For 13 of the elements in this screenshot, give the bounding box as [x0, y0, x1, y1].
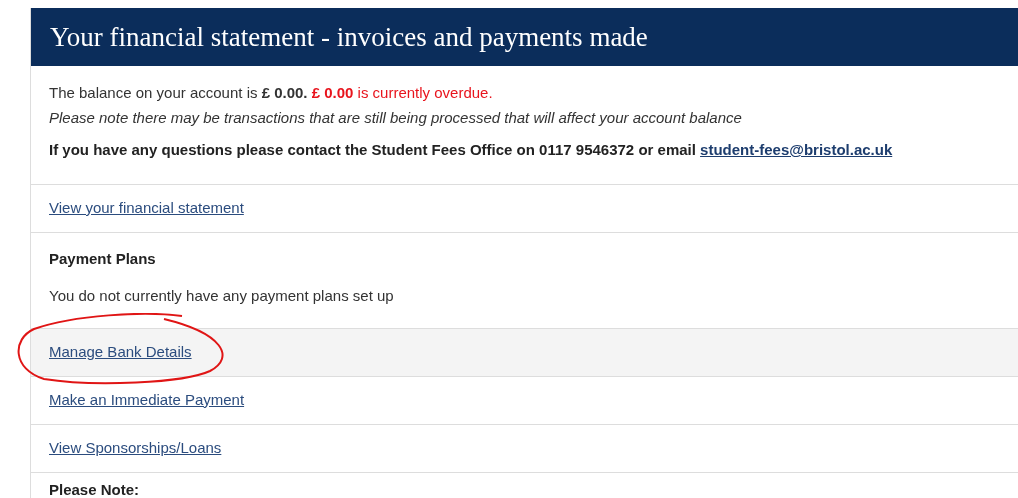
- nav-link[interactable]: Manage Bank Details: [49, 340, 192, 364]
- section-text: You do not currently have any payment plans set up: [49, 286, 395, 306]
- email-link[interactable]: student-fees@bristol.ac.uk: [700, 141, 893, 158]
- balance-text: The balance on your account is £ 0.00.: [49, 84, 308, 101]
- section-heading: Payment Plans: [49, 248, 157, 269]
- overdue-text: £ 0.00 is currently overdue.: [311, 84, 493, 101]
- nav-link[interactable]: View your financial statement: [49, 196, 244, 220]
- section-heading: Please Note:: [49, 479, 141, 498]
- contact-text: If you have any questions please contact the Student Fees Office on 0117 9546372 or email student-fees@bristol.ac.uk: [49, 140, 894, 160]
- nav-link[interactable]: Make an Immediate Payment: [49, 388, 245, 412]
- processing-note: Please note there may be transactions that are still being processed that will affect your account balance: [49, 107, 743, 128]
- page-title: Your financial statement - invoices and payments made: [50, 20, 648, 54]
- nav-link[interactable]: View Sponsorships/Loans: [49, 436, 222, 460]
